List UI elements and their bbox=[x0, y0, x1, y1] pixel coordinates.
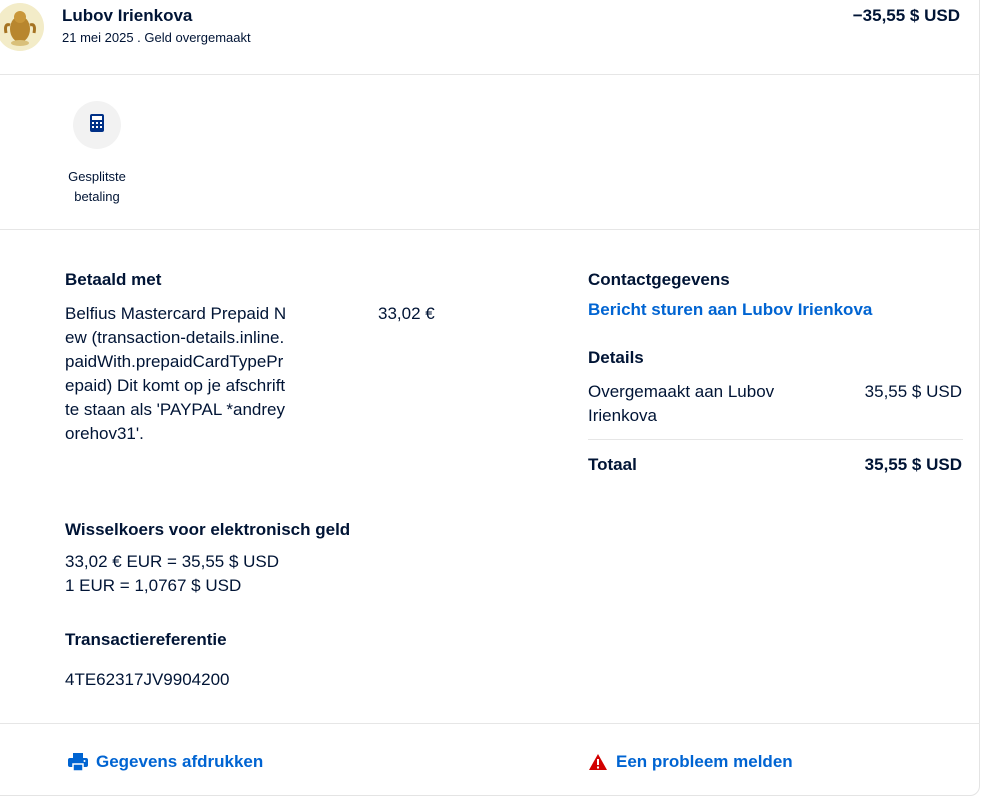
report-problem-label: Een probleem melden bbox=[616, 752, 793, 771]
print-details-link[interactable]: Gegevens afdrukken bbox=[68, 752, 263, 772]
transaction-amount: −35,55 $ USD bbox=[852, 6, 960, 25]
details-row-label: Overgemaakt aan Lubov Irienkova bbox=[588, 382, 775, 425]
details-title: Details bbox=[588, 348, 644, 367]
report-problem-link[interactable]: Een probleem melden bbox=[588, 752, 793, 772]
footer: Gegevens afdrukken Een probleem melden bbox=[0, 723, 980, 797]
transaction-reference-title: Transactiereferentie bbox=[65, 630, 227, 649]
send-message-link[interactable]: Bericht sturen aan Lubov Irienkova bbox=[588, 300, 872, 320]
transaction-reference-value: 4TE62317JV9904200 bbox=[65, 670, 230, 689]
recipient-name: Lubov Irienkova bbox=[62, 6, 193, 25]
exchange-rate-conversion: 33,02 € EUR = 35,55 $ USD bbox=[65, 552, 280, 571]
avatar bbox=[0, 3, 44, 51]
printer-icon bbox=[68, 752, 90, 772]
details-row-value: 35,55 $ USD bbox=[864, 382, 962, 401]
total-label: Totaal bbox=[588, 455, 637, 474]
exchange-rate-value: 1 EUR = 1,0767 $ USD bbox=[65, 576, 242, 595]
warning-icon bbox=[588, 752, 610, 772]
paid-with-amount: 33,02 € bbox=[378, 304, 435, 323]
exchange-rate-title: Wisselkoers voor elektronisch geld bbox=[65, 520, 351, 539]
transaction-subtitle: 21 mei 2025 . Geld overgemaakt bbox=[62, 30, 251, 45]
paid-with-description: Belfius Mastercard Prepaid New (transact… bbox=[65, 304, 287, 443]
details-divider bbox=[588, 439, 963, 440]
split-payment-button[interactable] bbox=[73, 101, 121, 149]
paid-with-title: Betaald met bbox=[65, 270, 162, 289]
actions-section: Gesplitste betaling bbox=[0, 75, 980, 230]
split-payment-label[interactable]: Gesplitste betaling bbox=[52, 167, 142, 207]
contact-title: Contactgegevens bbox=[588, 270, 730, 289]
calculator-icon bbox=[89, 113, 105, 138]
transaction-header: Lubov Irienkova 21 mei 2025 . Geld overg… bbox=[0, 0, 980, 75]
print-details-label: Gegevens afdrukken bbox=[96, 752, 264, 771]
total-value: 35,55 $ USD bbox=[864, 455, 962, 474]
